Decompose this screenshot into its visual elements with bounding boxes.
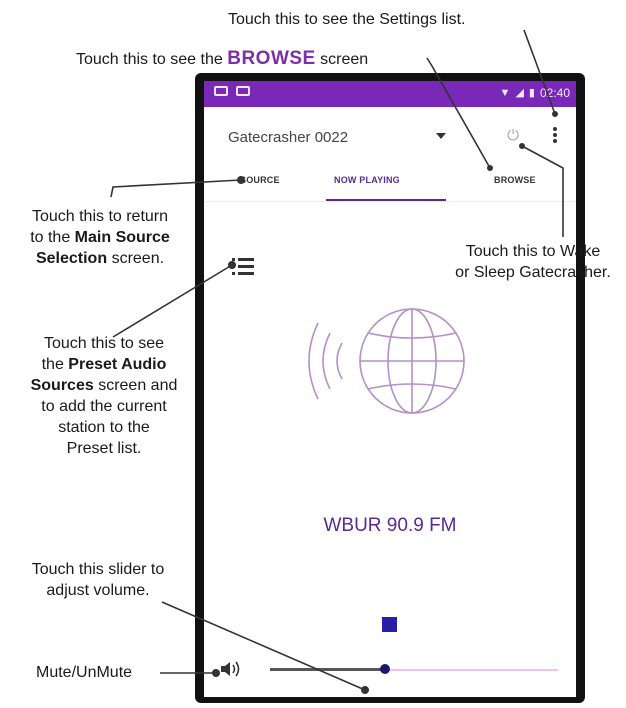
- station-name: WBUR 90.9 FM: [323, 515, 457, 536]
- annotation-text: to the: [30, 229, 71, 246]
- signal-icon: ◢: [515, 87, 524, 99]
- annotation-volume-line2: adjust volume.: [46, 582, 150, 599]
- annotation-wake: Touch this to Wake or Sleep Gatecrasher.: [440, 241, 626, 283]
- volume-slider-thumb[interactable]: [380, 664, 391, 674]
- annotation-preset-line2: the Preset Audio: [18, 354, 190, 375]
- annotation-bold: Main Source: [74, 229, 170, 246]
- tab-source[interactable]: SOURCE: [240, 175, 280, 185]
- annotation-bold: Preset Audio: [68, 356, 167, 373]
- divider: [204, 201, 576, 202]
- annotation-mute: Mute/UnMute: [36, 664, 133, 681]
- annotation-bold: Sources: [30, 377, 94, 394]
- annotation-text: the: [41, 356, 64, 373]
- tab-now-playing[interactable]: NOW PLAYING: [334, 175, 400, 185]
- message-notification-icon: [214, 86, 228, 96]
- stop-icon[interactable]: [382, 617, 397, 632]
- menu-list-icon[interactable]: [232, 258, 254, 276]
- annotation-settings: Touch this to see the Settings list.: [228, 11, 466, 28]
- annotation-source-line1: Touch this to return: [31, 208, 169, 225]
- annotation-preset-line4: to add the current: [41, 398, 167, 415]
- wifi-icon: ▼: [499, 87, 511, 99]
- tab-bar: SOURCE NOW PLAYING BROWSE: [204, 161, 576, 202]
- annotation-preset-line6: Preset list.: [66, 440, 142, 457]
- annotation-browse-post: screen: [320, 51, 369, 68]
- dropdown-arrow-icon[interactable]: [436, 133, 446, 139]
- annotation-preset: Touch this to see the Preset Audio Sourc…: [18, 333, 190, 459]
- annotation-volume: Touch this slider to adjust volume.: [12, 559, 184, 601]
- power-icon[interactable]: ⏻: [504, 127, 522, 145]
- annotation-source: Touch this to return to the Main Source …: [10, 206, 190, 269]
- globe-broadcast-icon: [308, 308, 465, 414]
- annotation-source-line3: Selection screen.: [10, 248, 190, 269]
- volume-row: [204, 651, 576, 687]
- annotation-preset-line3: Sources screen and: [18, 375, 190, 396]
- annotation-browse: Touch this to see the BROWSE screen: [76, 48, 368, 70]
- status-time: 02:40: [539, 86, 570, 100]
- more-vert-icon[interactable]: [552, 127, 558, 147]
- annotation-volume-line1: Touch this slider to: [31, 561, 165, 578]
- annotation-text: screen.: [111, 250, 165, 267]
- annotation-browse-pre: Touch this to see the: [76, 51, 223, 68]
- annotation-preset-line1: Touch this to see: [43, 335, 165, 352]
- speaker-icon[interactable]: [220, 660, 242, 678]
- annotation-preset-line5: station to the: [58, 419, 150, 436]
- device-selector[interactable]: Gatecrasher 0022: [228, 129, 348, 146]
- battery-icon: ▮: [528, 87, 535, 99]
- annotation-text: screen and: [98, 377, 178, 394]
- annotation-browse-keyword: BROWSE: [227, 48, 316, 69]
- volume-slider-fill: [270, 668, 386, 671]
- annotation-source-line2: to the Main Source: [10, 227, 190, 248]
- annotation-bold: Selection: [35, 250, 108, 267]
- annotation-wake-line1: Touch this to Wake: [465, 243, 601, 260]
- annotation-wake-line2: or Sleep Gatecrasher.: [455, 264, 611, 281]
- notification-icon: [236, 86, 250, 96]
- tab-browse[interactable]: BROWSE: [494, 175, 536, 185]
- status-bar: ▼ ◢ ▮ 02:40: [204, 81, 576, 107]
- app-bar: Gatecrasher 0022 ⏻: [204, 107, 576, 161]
- app-screen: ▼ ◢ ▮ 02:40 Gatecrasher 0022 ⏻ SOURCE NO…: [204, 81, 576, 697]
